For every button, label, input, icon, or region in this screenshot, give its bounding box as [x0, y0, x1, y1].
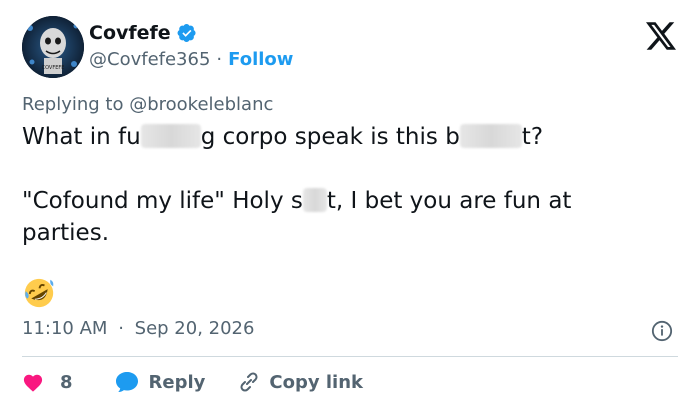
tweet-text: What in fu g corpo speak is this b t? "Cof…	[22, 121, 682, 249]
tweet-line-2: "Cofound my life" Holy s t, I bet you are…	[22, 185, 682, 217]
copy-link-label: Copy link	[269, 371, 363, 393]
tweet-text-segment: g corpo speak is this b	[200, 124, 460, 150]
tweet-text-segment: t?	[521, 124, 544, 150]
link-icon	[240, 372, 258, 392]
tweet-text-segment: What in fu	[22, 124, 141, 150]
heart-icon	[23, 374, 43, 392]
like-count: 8	[60, 371, 73, 393]
divider	[22, 356, 678, 357]
reply-button[interactable]: Reply	[115, 371, 206, 393]
avatar-image: COVFEFE	[22, 16, 84, 78]
tweet-timestamp[interactable]: 11:10 AM · Sep 20, 2026	[22, 318, 254, 339]
avatar[interactable]: COVFEFE	[22, 16, 84, 78]
replying-to-prefix: Replying to	[22, 94, 124, 115]
tweet-line-1: What in fu g corpo speak is this b t?	[22, 121, 682, 153]
author-display-name[interactable]: Covfefe	[89, 22, 171, 44]
x-logo-icon[interactable]	[646, 22, 676, 50]
tweet-time: 11:10 AM	[22, 318, 108, 339]
tweet-card: COVFEFE Covfefe @Covfefe365 · Follow Rep…	[0, 0, 700, 410]
censor-blur	[140, 124, 201, 148]
tweet-text-segment: "Cofound my life" Holy s	[22, 188, 303, 214]
author-name-row: Covfefe	[89, 22, 197, 44]
tweet-date: Sep 20, 2026	[134, 318, 255, 339]
tweet-text-segment: t, I bet you are fun at	[326, 188, 572, 214]
replying-to: Replying to @brookeleblanc	[22, 94, 273, 115]
reply-label: Reply	[148, 371, 206, 393]
follow-button[interactable]: Follow	[228, 49, 293, 70]
author-handle[interactable]: @Covfefe365	[89, 49, 210, 70]
replying-to-mention[interactable]: @brookeleblanc	[129, 94, 273, 115]
rolling-on-floor-laughing-emoji-icon	[24, 278, 54, 308]
info-icon[interactable]	[651, 320, 673, 342]
action-bar: 8 Reply Copy link	[22, 370, 363, 394]
censor-blur	[302, 188, 327, 212]
tweet-line-3: parties.	[22, 220, 110, 246]
copy-link-button[interactable]: Copy link	[237, 370, 363, 394]
avatar-label: COVFEFE	[42, 65, 65, 71]
author-handle-row: @Covfefe365 · Follow	[89, 49, 293, 70]
reply-bubble-icon	[115, 372, 138, 393]
like-button[interactable]: 8	[22, 372, 73, 393]
timestamp-separator: ·	[118, 318, 124, 339]
handle-separator: ·	[216, 49, 223, 70]
censor-blur	[459, 124, 522, 148]
verified-badge-icon	[177, 24, 196, 42]
